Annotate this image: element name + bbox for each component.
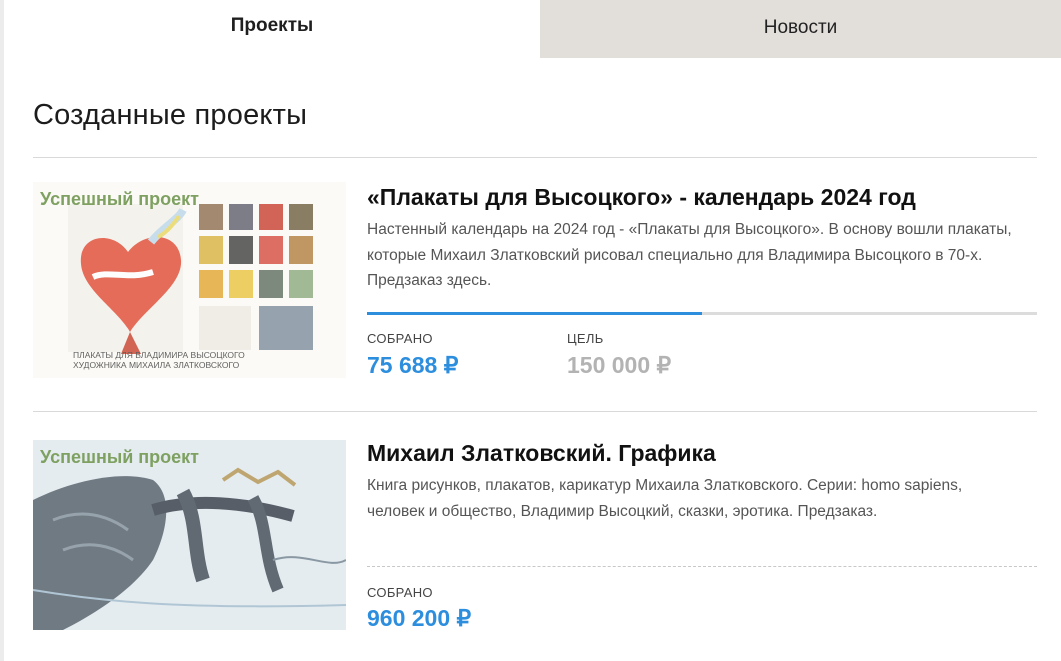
calendar-poster-illustration: ПЛАКАТЫ ДЛЯ ВЛАДИМИРА ВЫСОЦКОГО ХУДОЖНИК… — [68, 204, 313, 370]
project-2-title[interactable]: Михаил Златковский. Графика — [367, 440, 716, 467]
section-divider — [33, 157, 1037, 158]
left-edge-strip — [0, 0, 4, 661]
flute-player-illustration — [33, 440, 346, 630]
poster-caption-line-1: ПЛАКАТЫ ДЛЯ ВЛАДИМИРА ВЫСОЦКОГО — [73, 350, 245, 360]
page-title: Созданные проекты — [33, 99, 308, 131]
project-1-goal-value: 150 000 ₽ — [567, 352, 672, 378]
success-badge: Успешный проект — [40, 189, 199, 209]
project-1-progress-fill — [367, 312, 702, 315]
project-1-goal-label: ЦЕЛЬ — [567, 331, 604, 346]
card-divider — [33, 411, 1037, 412]
project-1-collected-value: 75 688 ₽ — [367, 352, 459, 378]
project-1-title[interactable]: «Плакаты для Высоцкого» - календарь 2024… — [367, 184, 916, 211]
project-2-collected-label: СОБРАНО — [367, 585, 433, 600]
success-badge: Успешный проект — [40, 447, 199, 467]
tab-projects[interactable]: Проекты — [4, 0, 540, 58]
project-1-progress-bar — [367, 312, 1037, 315]
project-2-image[interactable]: Успешный проект — [33, 440, 346, 630]
project-1-collected-label: СОБРАНО — [367, 331, 433, 346]
project-1-description: Настенный календарь на 2024 год - «Плака… — [367, 221, 1012, 289]
project-2-description: Книга рисунков, плакатов, карикатур Миха… — [367, 477, 963, 520]
project-1-image[interactable]: Успешный проект ПЛАКАТЫ ДЛЯ ВЛАДИМИРА ВЫ… — [33, 182, 346, 378]
tab-bar: Проекты Новости — [4, 0, 1061, 58]
tab-news[interactable]: Новости — [540, 0, 1061, 58]
project-2-collected-value: 960 200 ₽ — [367, 605, 472, 631]
project-2-dashed-divider — [367, 566, 1037, 567]
poster-caption-line-2: ХУДОЖНИКА МИХАИЛА ЗЛАТКОВСКОГО — [73, 360, 240, 370]
